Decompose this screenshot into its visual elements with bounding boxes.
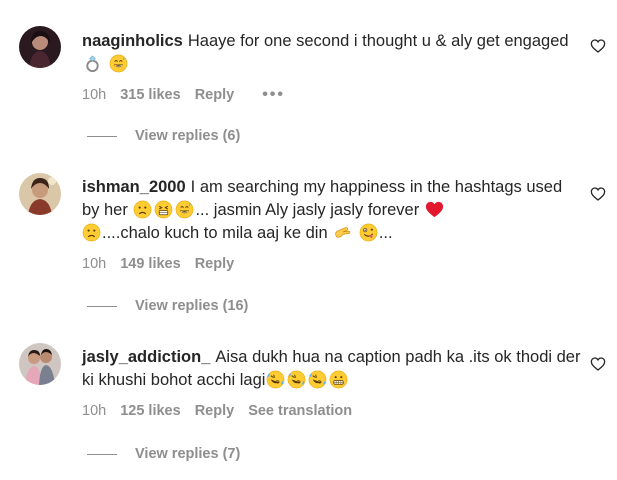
comment-likes[interactable]: 149 likes (120, 256, 180, 272)
comment-text: ... (378, 224, 393, 242)
ring-emoji (86, 55, 99, 73)
reply-button[interactable]: Reply (195, 87, 235, 103)
comment-meta: 10h 125 likes Reply See translation (82, 403, 366, 419)
view-replies-label: View replies (7) (135, 446, 241, 462)
comment-likes[interactable]: 125 likes (120, 403, 180, 419)
heart-icon[interactable] (590, 186, 606, 202)
rofl-emoji (288, 370, 306, 389)
comment-meta: 10h 149 likes Reply (82, 256, 248, 272)
grinning-sweat-emoji (176, 200, 194, 219)
comment-text: ....chalo kuch to mila aaj ke din (102, 224, 328, 242)
red-heart-emoji (425, 201, 443, 218)
frowning-emoji (134, 200, 152, 219)
rofl-emoji (309, 370, 327, 389)
comment-text: Haaye for one second i thought u & aly g… (187, 32, 569, 50)
comment-time: 10h (82, 256, 107, 272)
zany-face-emoji (359, 223, 378, 242)
heart-icon[interactable] (590, 38, 606, 54)
grimacing-emoji (330, 370, 348, 389)
comment-username[interactable]: jasly_addiction_ (82, 348, 210, 366)
view-replies-button[interactable]: View replies (16) (87, 298, 248, 314)
replies-divider-line (87, 305, 117, 307)
confounded-emoji (155, 200, 173, 219)
comment-body: naaginholics Haaye for one second i thoug… (82, 30, 582, 76)
comment-text: ... jasmin Aly jasly jasly forever (195, 201, 420, 219)
comment-time: 10h (82, 403, 107, 419)
comment-body: ishman_2000 I am searching my happiness i… (82, 176, 582, 245)
comment-meta: 10h 315 likes Reply ••• (82, 86, 299, 104)
view-replies-button[interactable]: View replies (7) (87, 446, 240, 462)
rofl-emoji (267, 370, 285, 389)
comment-time: 10h (82, 87, 107, 103)
avatar[interactable] (19, 26, 61, 68)
frowning-emoji (82, 223, 101, 242)
grinning-sweat-emoji (109, 54, 127, 73)
comment-username[interactable]: naaginholics (82, 32, 183, 50)
reply-button[interactable]: Reply (195, 403, 235, 419)
avatar[interactable] (19, 343, 61, 385)
view-replies-label: View replies (6) (135, 128, 241, 144)
more-options-icon[interactable]: ••• (262, 86, 285, 104)
heart-icon[interactable] (590, 356, 606, 372)
pinching-hand-emoji (335, 227, 351, 238)
replies-divider-line (87, 135, 117, 137)
comment-body: jasly_addiction_ Aisa dukh hua na caption… (82, 346, 582, 392)
avatar[interactable] (19, 173, 61, 215)
comment-likes[interactable]: 315 likes (120, 87, 180, 103)
view-replies-label: View replies (16) (135, 298, 249, 314)
see-translation-button[interactable]: See translation (248, 403, 352, 419)
replies-divider-line (87, 453, 117, 455)
comment-username[interactable]: ishman_2000 (82, 178, 186, 196)
reply-button[interactable]: Reply (195, 256, 235, 272)
view-replies-button[interactable]: View replies (6) (87, 128, 240, 144)
